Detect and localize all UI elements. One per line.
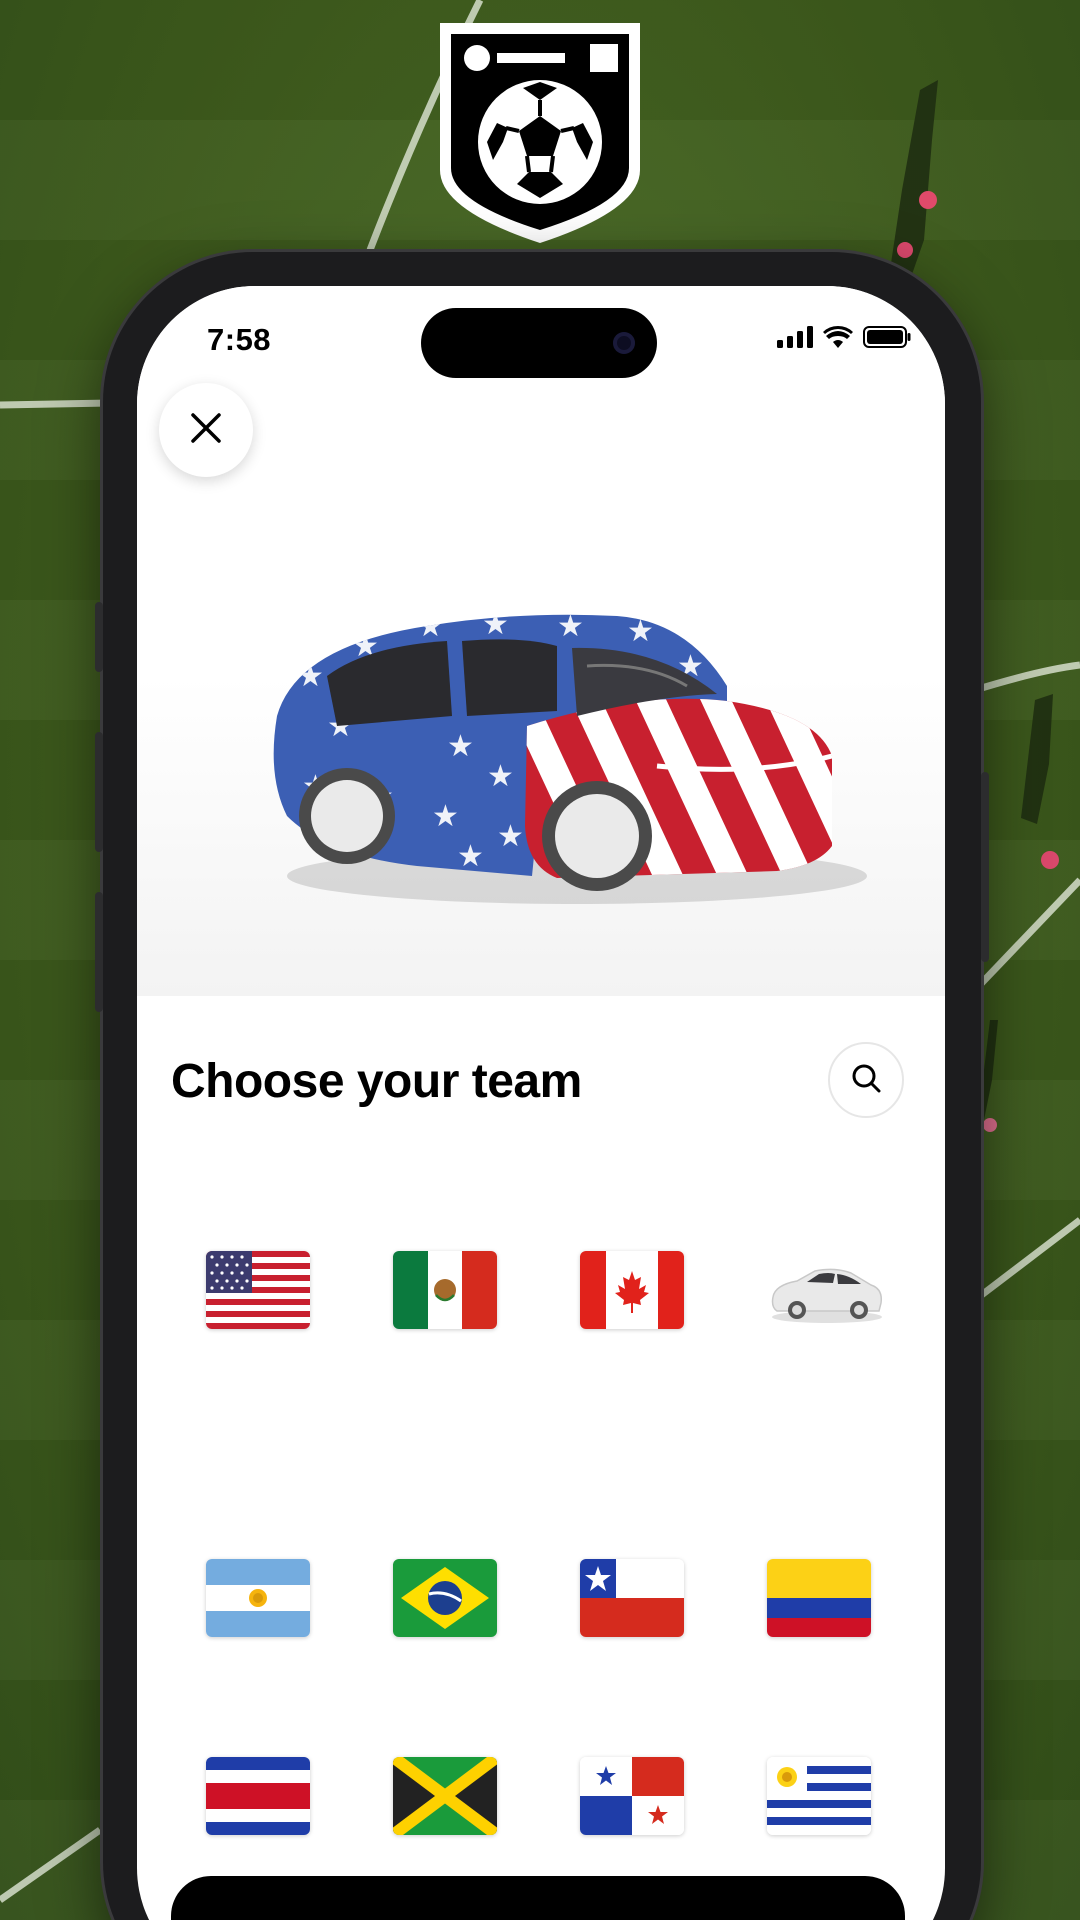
primary-button[interactable]: [171, 1876, 905, 1920]
team-option-colombia[interactable]: [767, 1559, 871, 1637]
svg-text:★: ★: [457, 839, 484, 874]
search-icon: [851, 1063, 881, 1098]
white-car-icon: [767, 1268, 887, 1333]
svg-text:★: ★: [627, 614, 654, 649]
costa-rica-flag-icon: [206, 1757, 310, 1835]
page-title: Choose your team: [171, 1055, 582, 1108]
team-option-costa-rica[interactable]: [206, 1757, 310, 1835]
search-button[interactable]: [828, 1042, 904, 1118]
phone-side-button: [95, 732, 103, 852]
soccer-badge-logo: [437, 20, 643, 246]
team-option-default-car[interactable]: [767, 1251, 887, 1329]
colombia-flag-icon: [767, 1559, 871, 1637]
app-screen: ★★★ ★★★ ★★★ ★★★ ★★★ ★★: [137, 286, 945, 1920]
svg-text:★: ★: [497, 819, 524, 854]
argentina-flag-icon: [206, 1559, 310, 1637]
vehicle-preview: ★★★ ★★★ ★★★ ★★★ ★★★ ★★: [137, 286, 945, 996]
usa-flag-icon: [206, 1251, 310, 1329]
wifi-icon: [823, 326, 853, 353]
jamaica-flag-icon: [393, 1757, 497, 1835]
team-option-panama[interactable]: [580, 1757, 684, 1835]
camera-icon: [613, 332, 635, 354]
panama-flag-icon: [580, 1757, 684, 1835]
team-option-chile[interactable]: [580, 1559, 684, 1637]
team-option-jamaica[interactable]: [393, 1757, 497, 1835]
chile-flag-icon: [580, 1559, 684, 1637]
svg-text:★: ★: [297, 659, 324, 694]
team-option-uruguay[interactable]: [767, 1757, 871, 1835]
battery-icon: [863, 326, 911, 353]
team-option-argentina[interactable]: [206, 1559, 310, 1637]
status-time: 7:58: [207, 322, 272, 357]
phone-side-button: [981, 772, 989, 962]
cellular-signal-icon: [777, 326, 813, 353]
phone-side-button: [95, 892, 103, 1012]
brazil-flag-icon: [393, 1559, 497, 1637]
svg-text:★: ★: [482, 607, 509, 642]
uruguay-flag-icon: [767, 1757, 871, 1835]
close-button[interactable]: [159, 383, 253, 477]
phone-side-button: [95, 602, 103, 672]
team-option-brazil[interactable]: [393, 1559, 497, 1637]
svg-text:★: ★: [487, 759, 514, 794]
status-icons: [777, 326, 911, 353]
svg-text:★: ★: [417, 609, 444, 644]
team-option-mexico[interactable]: [393, 1251, 497, 1329]
svg-text:★: ★: [432, 799, 459, 834]
svg-text:★: ★: [557, 609, 584, 644]
team-option-canada[interactable]: [580, 1251, 684, 1329]
close-icon: [189, 411, 223, 450]
canada-flag-icon: [580, 1251, 684, 1329]
mexico-flag-icon: [393, 1251, 497, 1329]
team-option-usa[interactable]: [206, 1251, 310, 1329]
dynamic-island: [421, 308, 657, 378]
svg-text:★: ★: [447, 729, 474, 764]
phone-frame: ★★★ ★★★ ★★★ ★★★ ★★★ ★★: [95, 252, 989, 1920]
usa-wrapped-car-image: ★★★ ★★★ ★★★ ★★★ ★★★ ★★: [257, 566, 867, 906]
